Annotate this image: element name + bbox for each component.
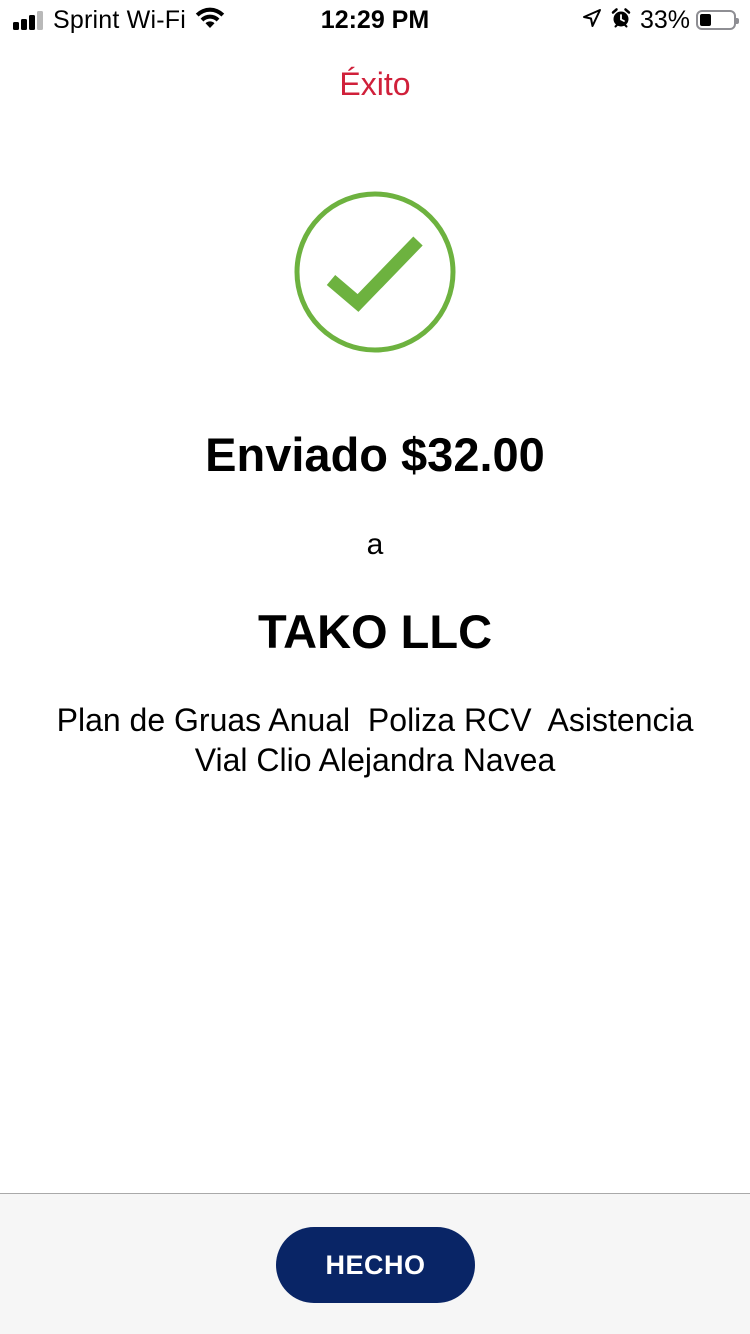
recipient-name: TAKO LLC — [257, 605, 493, 658]
sent-amount: Enviado $32.00 — [205, 428, 545, 481]
footer-bar: HECHO — [0, 1193, 750, 1334]
alarm-icon — [610, 7, 632, 34]
status-bar-right: 33% — [582, 5, 739, 35]
check-circle-icon — [294, 191, 456, 353]
location-icon — [582, 8, 602, 33]
battery-percentage: 33% — [639, 5, 690, 34]
battery-level — [700, 14, 711, 26]
page-title: Éxito — [339, 66, 411, 102]
done-button[interactable]: HECHO — [276, 1227, 475, 1303]
to-label: a — [366, 528, 384, 561]
status-bar: Sprint Wi-Fi 12:29 PM 33% — [0, 0, 750, 40]
battery-icon — [696, 10, 739, 30]
payment-memo: Plan de Gruas Anual Poliza RCV Asistenci… — [56, 702, 703, 778]
